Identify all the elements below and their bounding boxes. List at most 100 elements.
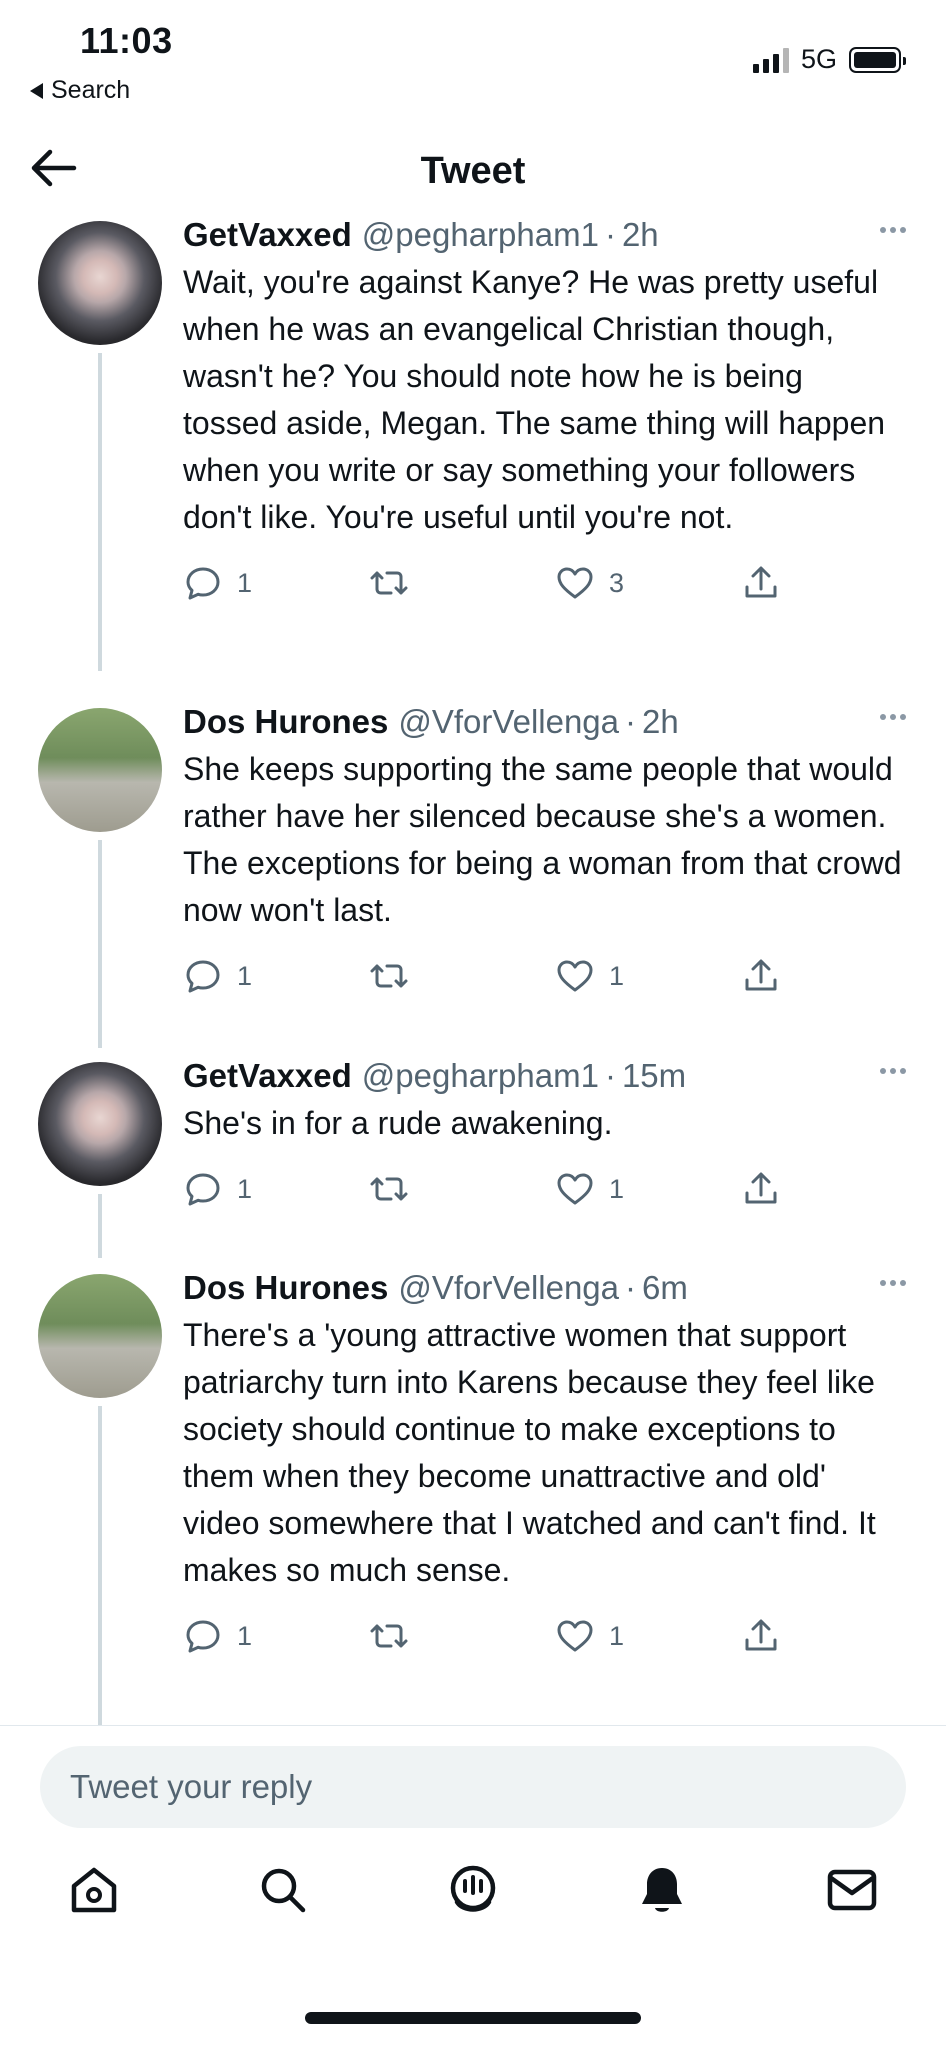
author-name[interactable]: Dos Hurones (183, 1268, 388, 1308)
reply-count: 1 (237, 1620, 253, 1651)
retweet-button[interactable] (369, 563, 423, 603)
share-button[interactable] (741, 1616, 781, 1656)
avatar[interactable] (38, 1062, 162, 1186)
avatar[interactable] (38, 708, 162, 832)
like-icon (557, 960, 593, 992)
nav-header: Tweet (0, 120, 946, 215)
retweet-button[interactable] (369, 1169, 423, 1209)
like-icon (557, 1620, 593, 1652)
thread-line (98, 353, 102, 671)
reply-button[interactable]: 1 (183, 1169, 252, 1209)
search-icon (261, 1868, 306, 1913)
share-icon (745, 566, 777, 598)
reply-count: 1 (237, 567, 253, 598)
reply-input[interactable] (40, 1746, 906, 1828)
reply-button[interactable]: 1 (183, 1616, 252, 1656)
more-options-icon[interactable] (880, 1280, 906, 1286)
tweet-time: 2h (621, 216, 659, 253)
like-count: 1 (609, 1620, 625, 1651)
status-indicators: 5G (752, 44, 906, 75)
avatar[interactable] (38, 221, 162, 345)
like-button[interactable]: 1 (555, 1169, 624, 1209)
share-button[interactable] (741, 563, 781, 603)
separator: · (604, 1057, 616, 1094)
back-to-search-label: Search (51, 76, 131, 104)
page-title: Tweet (420, 150, 526, 192)
like-count: 1 (609, 960, 625, 991)
like-button[interactable]: 3 (555, 563, 624, 603)
home-icon (71, 1867, 117, 1913)
status-time: 11:03 (80, 20, 173, 61)
author-handle[interactable]: @VforVellenga (398, 1268, 619, 1308)
network-label: 5G (800, 44, 837, 74)
reply-button[interactable]: 1 (183, 956, 252, 996)
retweet-button[interactable] (369, 1616, 423, 1656)
author-name[interactable]: GetVaxxed (183, 215, 352, 255)
share-icon (745, 1172, 777, 1204)
like-count: 1 (609, 1173, 625, 1204)
spaces-tab[interactable] (443, 1860, 503, 1920)
more-options-icon[interactable] (880, 1068, 906, 1074)
tweet-actions: 1 1 (183, 1616, 906, 1666)
retweet-icon (370, 964, 408, 988)
share-icon (745, 959, 777, 991)
thread-line (98, 1194, 102, 1258)
reply-icon (186, 960, 220, 993)
separator: · (604, 216, 616, 253)
thread-line (98, 840, 102, 1048)
tweet-time: 2h (642, 703, 679, 740)
tweet-actions: 1 3 (183, 563, 906, 613)
thread-line (98, 1406, 102, 1725)
tweet-thread: GetVaxxed @pegharpham1 · 2h Wait, you're… (0, 215, 946, 1725)
bottom-tab-bar (0, 1860, 946, 1950)
reply-bar (0, 1725, 946, 1845)
avatar[interactable] (38, 1274, 162, 1398)
signal-icon (752, 47, 789, 73)
tweet-time: 6m (642, 1269, 688, 1306)
retweet-icon (370, 1624, 408, 1648)
like-icon (557, 1173, 593, 1205)
tweet-actions: 1 1 (183, 1169, 906, 1219)
author-handle[interactable]: @pegharpham1 (362, 1056, 599, 1096)
tweet-text: She keeps supporting the same people tha… (183, 751, 911, 928)
author-handle[interactable]: @pegharpham1 (362, 215, 599, 255)
messages-icon (827, 1869, 877, 1911)
battery-icon (849, 46, 906, 73)
back-to-search-link[interactable]: Search (30, 76, 130, 105)
author-handle[interactable]: @VforVellenga (398, 702, 619, 742)
notifications-tab[interactable] (632, 1860, 692, 1920)
reply-icon (186, 1620, 220, 1653)
reply-count: 1 (237, 960, 253, 991)
author-name[interactable]: GetVaxxed (183, 1056, 352, 1096)
tweet-time: 15m (621, 1057, 687, 1094)
share-button[interactable] (741, 1169, 781, 1209)
messages-tab[interactable] (822, 1860, 882, 1920)
spaces-icon (450, 1865, 496, 1912)
search-tab[interactable] (253, 1860, 313, 1920)
share-icon (745, 1619, 777, 1651)
reply-button[interactable]: 1 (183, 563, 252, 603)
like-icon (557, 567, 593, 599)
retweet-icon (370, 1177, 408, 1201)
back-triangle-icon (30, 82, 43, 99)
tweet-text: Wait, you're against Kanye? He was prett… (183, 264, 894, 535)
retweet-button[interactable] (369, 956, 423, 996)
reply-count: 1 (237, 1173, 253, 1204)
author-name[interactable]: Dos Hurones (183, 702, 388, 742)
separator: · (625, 703, 637, 740)
home-indicator[interactable] (305, 2012, 641, 2024)
like-button[interactable]: 1 (555, 956, 624, 996)
more-options-icon[interactable] (880, 714, 906, 720)
status-bar: 11:03 Search 5G (0, 0, 946, 110)
like-button[interactable]: 1 (555, 1616, 624, 1656)
separator: · (625, 1269, 637, 1306)
reply-icon (186, 1173, 220, 1206)
reply-icon (186, 567, 220, 600)
like-count: 3 (609, 567, 625, 598)
tweet-text: There's a 'young attractive women that s… (183, 1317, 885, 1588)
home-tab[interactable] (64, 1860, 124, 1920)
share-button[interactable] (741, 956, 781, 996)
more-options-icon[interactable] (880, 227, 906, 233)
tweet-actions: 1 1 (183, 956, 906, 1006)
retweet-icon (370, 571, 408, 595)
